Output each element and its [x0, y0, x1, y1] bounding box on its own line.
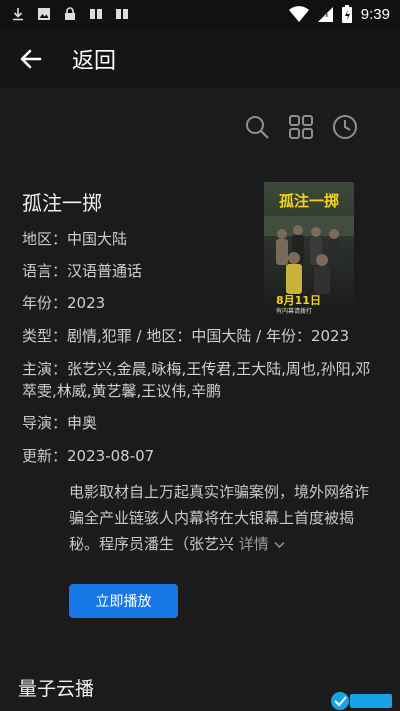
watermark-logo [331, 692, 392, 710]
grid-icon[interactable] [288, 114, 314, 140]
history-icon[interactable] [332, 114, 358, 140]
genre-value: 剧情,犯罪 / 地区：中国大陆 / 年份：2023 [67, 327, 350, 345]
cast-label: 主演： [22, 360, 68, 378]
updated-label: 更新： [22, 447, 68, 465]
poster-sub-text: 有内幕请拨打 [276, 307, 312, 315]
poster-date-text: 8月11日 [276, 294, 321, 307]
poster-title-text: 孤注一掷 [279, 192, 339, 210]
chevron-down-icon [274, 542, 285, 548]
region-row: 地区：中国大陆 [22, 228, 127, 250]
updated-row: 更新：2023-08-07 [22, 445, 154, 467]
language-label: 语言： [22, 262, 68, 280]
description-text: 电影取材自上万起真实诈骗案例，境外网络诈骗全产业链骇人内幕将在大银幕上首度被揭秘… [69, 483, 370, 553]
back-label[interactable]: 返回 [72, 43, 116, 75]
director-row: 导演：申奥 [22, 412, 97, 434]
play-now-button[interactable]: 立即播放 [69, 584, 178, 618]
genre-label: 类型： [22, 327, 68, 345]
cast-row: 主演：张艺兴,金晨,咏梅,王传君,王大陆,周也,孙阳,邓萃雯,林威,黄艺馨,王议… [22, 358, 372, 402]
more-link[interactable]: 详情 [239, 535, 285, 553]
language-value: 汉语普通话 [67, 262, 143, 280]
book-icon [90, 9, 102, 19]
top-app-bar: 返回 [0, 28, 400, 88]
battery-icon [341, 5, 352, 23]
director-value: 申奥 [67, 414, 98, 432]
year-label: 年份： [22, 294, 68, 312]
year-value: 2023 [67, 294, 106, 312]
signal-icon: x [317, 7, 333, 22]
director-label: 导演： [22, 414, 68, 432]
download-icon [13, 8, 23, 21]
svg-text:x: x [325, 12, 329, 19]
toolbar [244, 114, 358, 140]
clock-text: 9:39 [360, 5, 390, 23]
section-title: 量子云播 [18, 678, 95, 700]
poster-image: 孤注一掷 8月11日 有内幕请拨打 [264, 182, 354, 316]
back-arrow-icon[interactable] [18, 46, 44, 72]
status-bar: x 9:39 [0, 0, 400, 28]
image-icon [38, 8, 50, 20]
search-icon[interactable] [244, 114, 270, 140]
cast-value: 张艺兴,金晨,咏梅,王传君,王大陆,周也,孙阳,邓萃雯,林威,黄艺馨,王议伟,辛… [22, 360, 371, 400]
language-row: 语言：汉语普通话 [22, 260, 142, 282]
movie-poster[interactable]: 孤注一掷 8月11日 有内幕请拨打 [264, 182, 354, 316]
movie-title: 孤注一掷 [22, 191, 102, 215]
updated-value: 2023-08-07 [67, 447, 155, 465]
year-row: 年份：2023 [22, 292, 105, 314]
book-icon [116, 9, 128, 19]
region-value: 中国大陆 [67, 230, 128, 248]
lock-icon [65, 7, 75, 20]
movie-description: 电影取材自上万起真实诈骗案例，境外网络诈骗全产业链骇人内幕将在大银幕上首度被揭秘… [69, 479, 374, 557]
region-label: 地区： [22, 230, 68, 248]
more-label: 详情 [238, 535, 269, 553]
genre-row: 类型：剧情,犯罪 / 地区：中国大陆 / 年份：2023 [22, 325, 349, 347]
wifi-icon [288, 6, 309, 22]
